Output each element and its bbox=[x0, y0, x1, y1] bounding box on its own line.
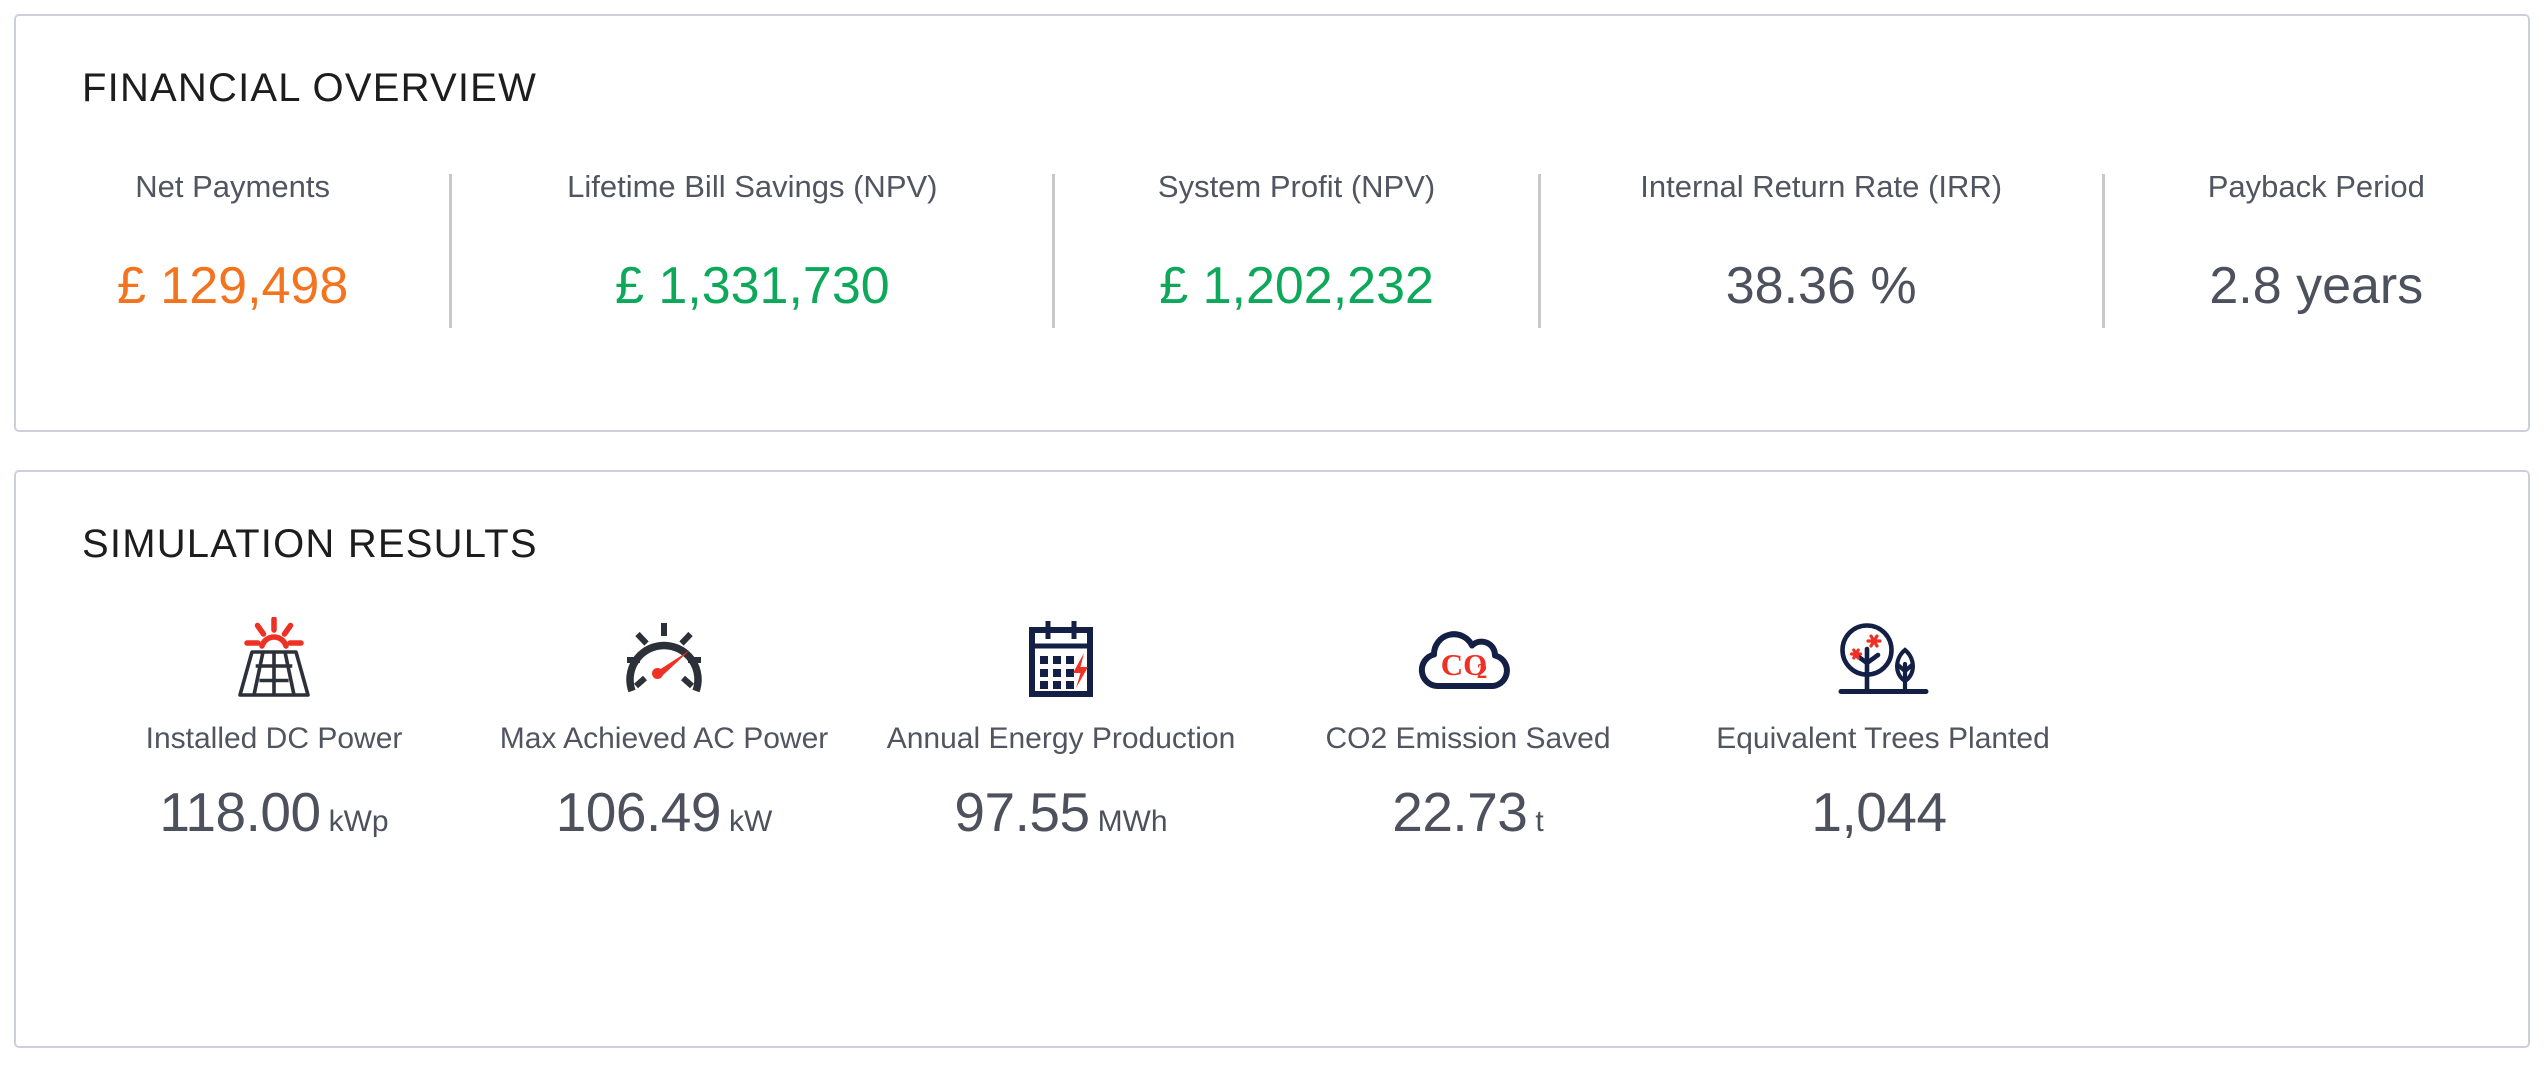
metric-value: £ 129,498 bbox=[116, 257, 349, 316]
metric-payback-period: Payback Period 2.8 years bbox=[2105, 169, 2528, 328]
metric-label: System Profit (NPV) bbox=[1157, 169, 1436, 204]
metric-label: Payback Period bbox=[2207, 169, 2425, 204]
metric-unit: kWp bbox=[328, 805, 389, 838]
metric-internal-return-rate: Internal Return Rate (IRR) 38.36 % bbox=[1541, 169, 2102, 328]
metric-label: Annual Energy Production bbox=[886, 722, 1236, 755]
trees-icon bbox=[1827, 616, 1939, 700]
solar-panel-icon bbox=[222, 616, 326, 700]
metric-value: 118.00 kWp bbox=[159, 785, 388, 840]
metric-unit: t bbox=[1535, 805, 1544, 838]
calendar-bolt-icon bbox=[1009, 616, 1113, 700]
svg-text:2: 2 bbox=[1477, 659, 1488, 683]
metric-number: 106.49 bbox=[555, 781, 722, 843]
metric-value: 1,044 bbox=[1811, 785, 1954, 840]
metric-number: 1,044 bbox=[1811, 781, 1947, 843]
financial-metrics-row: Net Payments £ 129,498 Lifetime Bill Sav… bbox=[16, 108, 2528, 328]
simulation-metrics-row: Installed DC Power 118.00 kWp Max Achiev… bbox=[16, 564, 2528, 840]
metric-number: 97.55 bbox=[954, 781, 1090, 843]
metric-value: 2.8 years bbox=[2209, 257, 2424, 316]
metric-value: 22.73 t bbox=[1392, 785, 1543, 840]
metric-label: CO2 Emission Saved bbox=[1325, 722, 1611, 755]
metric-label: Lifetime Bill Savings (NPV) bbox=[567, 169, 938, 204]
metric-annual-energy-production: Annual Energy Production 97.55 MWh bbox=[854, 616, 1268, 840]
metric-unit: MWh bbox=[1097, 805, 1168, 838]
metric-number: 118.00 bbox=[159, 781, 321, 843]
financial-overview-card: FINANCIAL OVERVIEW Net Payments £ 129,49… bbox=[14, 14, 2530, 432]
simulation-results-title: SIMULATION RESULTS bbox=[82, 522, 538, 566]
report-page: FINANCIAL OVERVIEW Net Payments £ 129,49… bbox=[0, 0, 2544, 1066]
metric-value: 106.49 kW bbox=[556, 785, 773, 840]
metric-label: Installed DC Power bbox=[145, 722, 403, 755]
metric-value: £ 1,202,232 bbox=[1159, 257, 1434, 316]
metric-installed-dc-power: Installed DC Power 118.00 kWp bbox=[74, 616, 474, 840]
metric-system-profit: System Profit (NPV) £ 1,202,232 bbox=[1055, 169, 1537, 328]
metric-label: Net Payments bbox=[135, 169, 330, 204]
metric-co2-emission-saved: CO 2 CO2 Emission Saved 22.73 t bbox=[1268, 616, 1668, 840]
metric-net-payments: Net Payments £ 129,498 bbox=[16, 169, 449, 328]
simulation-results-card: SIMULATION RESULTS Installed DC Power 11… bbox=[14, 470, 2530, 1048]
metric-equivalent-trees-planted: Equivalent Trees Planted 1,044 bbox=[1668, 616, 2098, 840]
metric-value: £ 1,331,730 bbox=[614, 257, 890, 316]
metric-label: Equivalent Trees Planted bbox=[1716, 722, 2050, 755]
metric-lifetime-bill-savings: Lifetime Bill Savings (NPV) £ 1,331,730 bbox=[452, 169, 1052, 328]
metric-value: 97.55 MWh bbox=[954, 785, 1167, 840]
metric-label: Internal Return Rate (IRR) bbox=[1640, 169, 2003, 204]
gauge-icon bbox=[612, 616, 716, 700]
metric-value: 38.36 % bbox=[1725, 257, 1917, 316]
metric-number: 22.73 bbox=[1392, 781, 1528, 843]
financial-overview-title: FINANCIAL OVERVIEW bbox=[82, 66, 538, 110]
metric-unit: kW bbox=[728, 805, 773, 838]
metric-max-achieved-ac-power: Max Achieved AC Power 106.49 kW bbox=[474, 616, 854, 840]
co2-cloud-icon: CO 2 bbox=[1412, 616, 1524, 700]
metric-label: Max Achieved AC Power bbox=[499, 722, 829, 755]
